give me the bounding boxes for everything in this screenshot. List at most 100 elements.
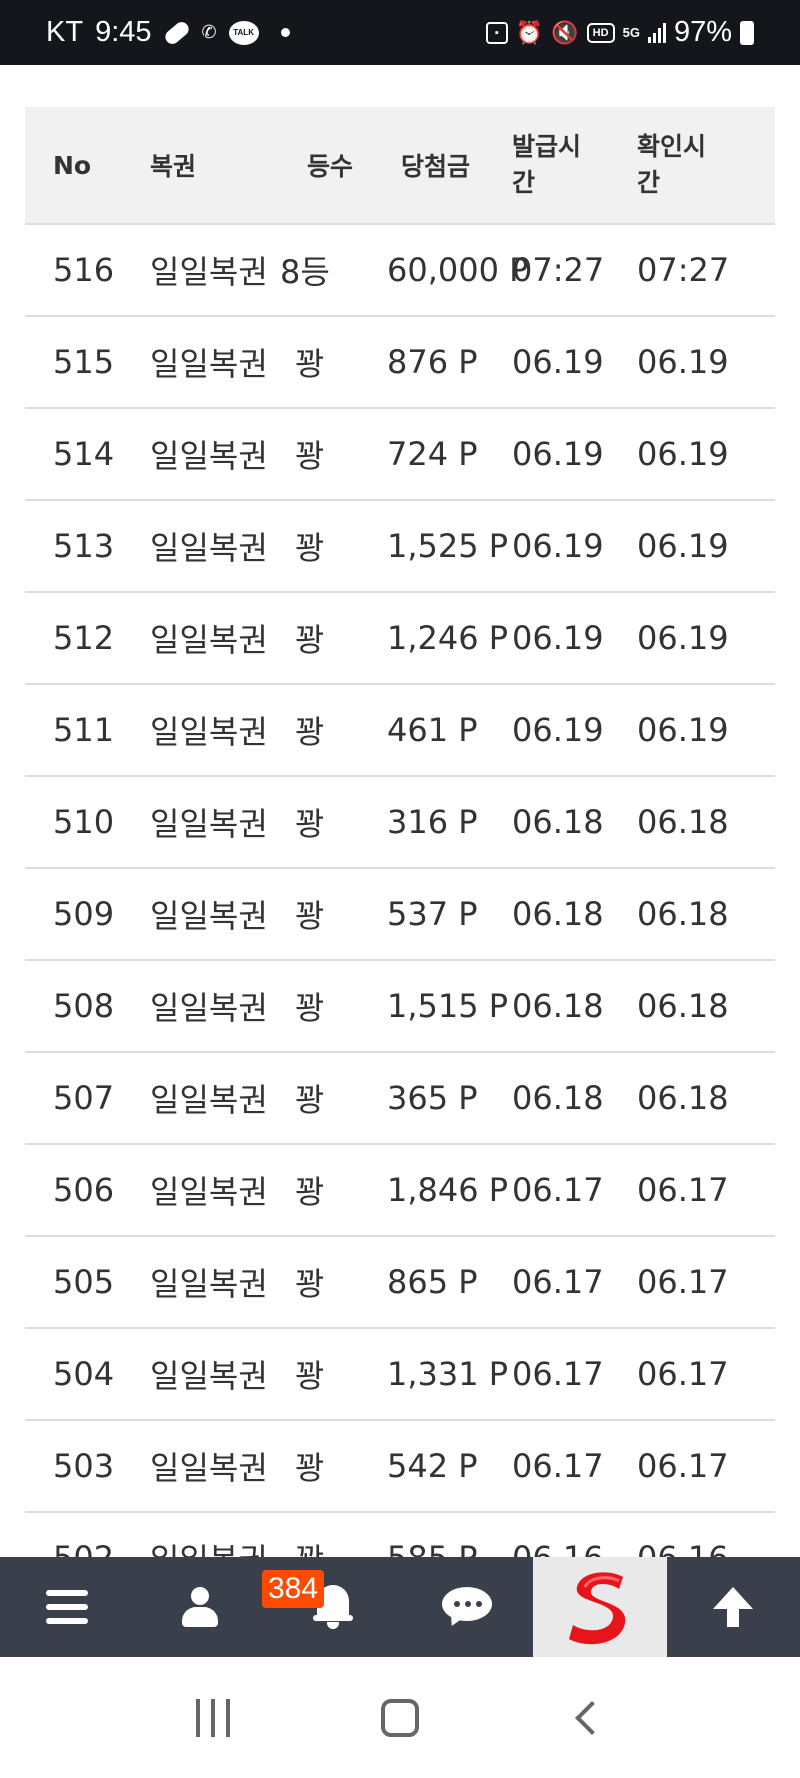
carrier-label: KT (46, 16, 84, 48)
row-issued-time: 06.16 (512, 1539, 637, 1557)
lottery-history-table: No 복권 등수 당첨금 발급시간 확인시간 516 일일복권 8등 60,000 P… (25, 107, 775, 1557)
row-rank: 꽝 (295, 1173, 325, 1211)
hd-voice-icon: HD (586, 22, 615, 43)
table-body: 516 일일복권 8등 60,000 P 07:27 07:27 515 일일복권 꽝 876 P… (25, 225, 775, 1557)
scroll-top-button[interactable] (667, 1557, 800, 1657)
table-header: No 복권 등수 당첨금 발급시간 확인시간 (25, 107, 775, 225)
table-row[interactable]: 508 일일복권 꽝 1,515 P 06.18 06.18 (25, 961, 775, 1053)
row-issued-time: 06.18 (512, 803, 604, 841)
more-notifications-dot-icon (280, 28, 290, 37)
row-rank: 꽝 (295, 437, 325, 475)
row-no: 513 (53, 527, 115, 565)
clock: 9:45 (95, 16, 152, 48)
home-button[interactable] (360, 1688, 440, 1748)
row-no: 504 (53, 1355, 115, 1393)
row-rank: 꽝 (295, 713, 325, 751)
row-no: 515 (53, 343, 115, 381)
row-lottery: 일일복권 (150, 1449, 268, 1487)
pill-icon (162, 18, 191, 47)
row-lottery: 일일복권 (150, 713, 268, 751)
row-lottery: 일일복권 (142, 1535, 277, 1557)
user-icon (181, 1587, 218, 1627)
row-prize: 1,331 P (387, 1355, 509, 1393)
row-checked-time: 06.19 (637, 619, 729, 657)
row-rank: 8등 (280, 253, 330, 291)
row-rank: 꽝 (277, 1535, 387, 1557)
row-issued-time: 06.19 (512, 711, 604, 749)
row-issued-time: 06.19 (512, 527, 604, 565)
header-prize: 당첨금 (401, 152, 471, 181)
row-rank: 꽝 (295, 621, 325, 659)
table-row[interactable]: 512 일일복권 꽝 1,246 P 06.19 06.19 (25, 593, 775, 685)
table-row[interactable]: 513 일일복권 꽝 1,525 P 06.19 06.19 (25, 501, 775, 593)
arrow-up-icon (713, 1587, 754, 1627)
row-no: 505 (53, 1263, 115, 1301)
header-issued-time: 발급시간 (512, 132, 582, 197)
row-prize: 865 P (387, 1263, 478, 1301)
row-rank: 꽝 (295, 805, 325, 843)
table-row[interactable]: 505 일일복권 꽝 865 P 06.17 06.17 (25, 1237, 775, 1329)
row-checked-time: 06.19 (637, 711, 729, 749)
header-issued-cell: 발급시간 (512, 107, 637, 223)
row-prize: 60,000 P (387, 251, 529, 289)
table-row[interactable]: 516 일일복권 8등 60,000 P 07:27 07:27 (25, 225, 775, 317)
chat-icon (441, 1587, 492, 1630)
row-issued-time: 06.18 (512, 895, 604, 933)
table-row[interactable]: 503 일일복권 꽝 542 P 06.17 06.17 (25, 1421, 775, 1513)
row-rank: 꽝 (295, 989, 325, 1027)
row-rank: 꽝 (295, 1081, 325, 1119)
messages-button[interactable] (400, 1557, 533, 1657)
table-row[interactable]: 515 일일복권 꽝 876 P 06.19 06.19 (25, 317, 775, 409)
table-row[interactable]: 509 일일복권 꽝 537 P 06.18 06.18 (25, 869, 775, 961)
table-row[interactable]: 511 일일복권 꽝 461 P 06.19 06.19 (25, 685, 775, 777)
home-icon (380, 1698, 419, 1737)
row-lottery: 일일복권 (150, 1081, 268, 1119)
row-checked-time: 06.16 (637, 1539, 775, 1557)
row-prize: 585 P (387, 1539, 512, 1557)
row-no: 509 (53, 895, 115, 933)
row-rank: 꽝 (295, 345, 325, 383)
row-issued-time: 06.17 (512, 1263, 604, 1301)
row-checked-time: 06.17 (637, 1355, 729, 1393)
header-no: No (53, 150, 92, 180)
table-row[interactable]: 506 일일복권 꽝 1,846 P 06.17 06.17 (25, 1145, 775, 1237)
row-issued-time: 06.19 (512, 619, 604, 657)
table-row[interactable]: 502일일복권꽝585 P06.1606.16 (25, 1513, 775, 1557)
row-prize: 1,846 P (387, 1171, 509, 1209)
header-lottery: 복권 (150, 152, 197, 181)
row-lottery: 일일복권 (150, 253, 268, 291)
back-button[interactable] (547, 1688, 627, 1748)
recents-icon (196, 1698, 231, 1737)
row-checked-time: 06.18 (637, 987, 729, 1025)
row-rank: 꽝 (295, 897, 325, 935)
menu-button[interactable] (0, 1557, 133, 1657)
row-prize: 316 P (387, 803, 478, 841)
table-row[interactable]: 510 일일복권 꽝 316 P 06.18 06.18 (25, 777, 775, 869)
row-issued-time: 06.19 (512, 343, 604, 381)
row-checked-time: 06.19 (637, 527, 729, 565)
row-lottery: 일일복권 (150, 437, 268, 475)
row-rank: 꽝 (295, 1449, 325, 1487)
status-bar: KT 9:45 ✆ TALK ▪ ⏰ 🔇 HD 5G 97% (0, 0, 800, 65)
row-issued-time: 07:27 (512, 251, 605, 289)
row-issued-time: 06.18 (512, 987, 604, 1025)
row-lottery: 일일복권 (150, 1173, 268, 1211)
row-checked-time: 06.19 (637, 435, 729, 473)
profile-button[interactable] (133, 1557, 266, 1657)
row-lottery: 일일복권 (150, 805, 268, 843)
row-checked-time: 06.17 (637, 1171, 729, 1209)
back-icon (574, 1700, 609, 1735)
recents-button[interactable] (173, 1688, 253, 1748)
site-logo-button[interactable] (533, 1557, 667, 1657)
table-row[interactable]: 507 일일복권 꽝 365 P 06.18 06.18 (25, 1053, 775, 1145)
signal-icon (647, 22, 666, 43)
row-no: 508 (53, 987, 115, 1025)
status-right: ▪ ⏰ 🔇 HD 5G 97% (485, 16, 754, 49)
row-rank: 꽝 (295, 1265, 325, 1303)
row-lottery: 일일복권 (150, 621, 268, 659)
table-row[interactable]: 514 일일복권 꽝 724 P 06.19 06.19 (25, 409, 775, 501)
row-no: 510 (53, 803, 115, 841)
row-lottery: 일일복권 (150, 1265, 268, 1303)
table-row[interactable]: 504 일일복권 꽝 1,331 P 06.17 06.17 (25, 1329, 775, 1421)
row-prize: 542 P (387, 1447, 478, 1485)
